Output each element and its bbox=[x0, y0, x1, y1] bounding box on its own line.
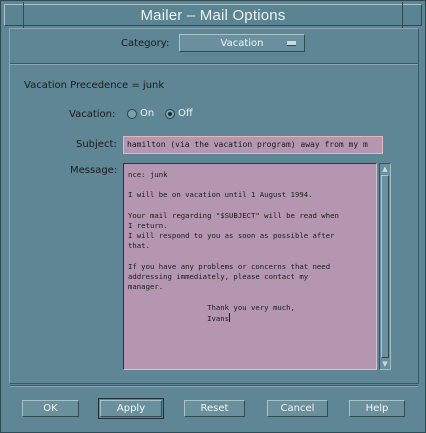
window-title: Mailer – Mail Options bbox=[140, 6, 286, 24]
message-line: addressing immediately, please contact m… bbox=[128, 271, 309, 281]
window-resize-button[interactable] bbox=[402, 2, 424, 28]
window-menu-button[interactable] bbox=[2, 2, 24, 28]
message-line: I will respond to you as soon as possibl… bbox=[128, 231, 335, 241]
mail-options-window: Mailer – Mail Options Category: Vacation… bbox=[0, 0, 426, 433]
message-line: manager. bbox=[128, 282, 164, 292]
bottom-divider bbox=[10, 385, 418, 387]
vacation-precedence-text: Vacation Precedence = junk bbox=[24, 80, 165, 91]
message-line: Thank you very much, bbox=[128, 302, 295, 312]
scroll-down-icon[interactable]: ▼ bbox=[381, 360, 389, 368]
vacation-label: Vacation: bbox=[69, 109, 116, 120]
message-line: I will be on vacation until 1 August 199… bbox=[128, 190, 313, 200]
subject-input[interactable]: hamilton (via the vacation program) away… bbox=[123, 136, 383, 154]
category-label: Category: bbox=[121, 38, 170, 49]
text-cursor-icon bbox=[229, 312, 234, 322]
message-scrollbar[interactable]: ▲ ▼ bbox=[379, 163, 391, 370]
message-line-signature: Ivans bbox=[128, 312, 372, 324]
title-bar[interactable]: Mailer – Mail Options bbox=[2, 2, 424, 28]
message-line: that. bbox=[128, 241, 150, 251]
message-line: nce: junk bbox=[128, 170, 168, 179]
menu-indicator-icon bbox=[287, 41, 296, 46]
scroll-up-icon[interactable]: ▲ bbox=[381, 165, 389, 173]
category-menu-button[interactable]: Vacation bbox=[179, 34, 305, 52]
reset-button[interactable]: Reset bbox=[184, 400, 245, 417]
message-line bbox=[128, 201, 372, 211]
message-line bbox=[128, 252, 372, 262]
message-line bbox=[128, 292, 372, 302]
message-line: I return. bbox=[128, 220, 168, 230]
ok-button[interactable]: OK bbox=[22, 400, 79, 417]
message-line: Your mail regarding "$SUBJECT" will be r… bbox=[128, 210, 339, 220]
help-button[interactable]: Help bbox=[349, 400, 405, 417]
vacation-off-label: Off bbox=[178, 108, 193, 119]
scroll-thumb[interactable] bbox=[381, 175, 389, 358]
subject-label: Subject: bbox=[76, 139, 117, 150]
signature-text: Ivans bbox=[128, 313, 230, 323]
category-selected: Vacation bbox=[220, 37, 264, 49]
top-divider bbox=[10, 63, 418, 65]
radio-on-icon bbox=[127, 108, 137, 119]
cancel-button[interactable]: Cancel bbox=[267, 400, 328, 417]
vacation-off-radio[interactable]: Off bbox=[165, 108, 193, 119]
apply-button[interactable]: Apply bbox=[98, 398, 164, 419]
message-line bbox=[128, 180, 372, 190]
message-label: Message: bbox=[70, 165, 118, 176]
vacation-on-label: On bbox=[140, 108, 155, 119]
vacation-on-radio[interactable]: On bbox=[127, 108, 154, 119]
message-line: If you have any problems or concerns tha… bbox=[128, 261, 331, 271]
radio-off-icon bbox=[165, 108, 175, 119]
message-textarea[interactable]: nce: junk I will be on vacation until 1 … bbox=[123, 163, 377, 370]
